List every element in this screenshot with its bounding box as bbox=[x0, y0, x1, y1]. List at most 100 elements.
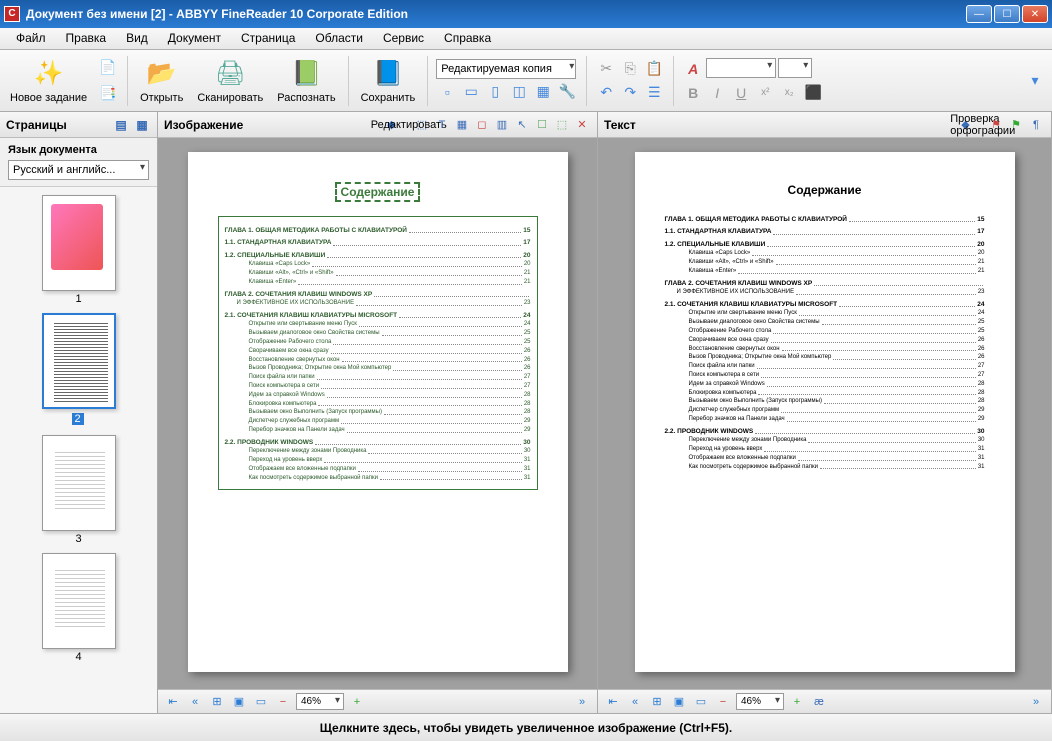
t-nav-first-icon[interactable]: ⇤ bbox=[604, 693, 622, 711]
open-button[interactable]: 📂 Открыть bbox=[136, 56, 187, 106]
image-zoom-select[interactable] bbox=[296, 693, 344, 710]
image-page: Содержание ГЛАВА 1. ОБЩАЯ МЕТОДИКА РАБОТ… bbox=[188, 152, 568, 672]
image-canvas[interactable]: Содержание ГЛАВА 1. ОБЩАЯ МЕТОДИКА РАБОТ… bbox=[158, 138, 597, 689]
image-area-icon[interactable]: ◻ bbox=[473, 116, 491, 134]
t-width-icon[interactable]: ▭ bbox=[692, 693, 710, 711]
menu-service[interactable]: Сервис bbox=[373, 28, 434, 49]
spellcheck-button[interactable]: ◆Проверка орфографии bbox=[967, 116, 985, 134]
text-pane: Текст ◆Проверка орфографии ⚑ ⚑ ¶ Содержа… bbox=[598, 112, 1052, 713]
hint-text: Щелкните здесь, чтобы увидеть увеличенно… bbox=[320, 721, 733, 735]
nav-prev-icon[interactable]: « bbox=[186, 693, 204, 711]
bold-button[interactable]: B bbox=[682, 82, 704, 104]
new-doc-button[interactable]: 📄 bbox=[97, 57, 119, 79]
menu-areas[interactable]: Области bbox=[305, 28, 373, 49]
barcode-area-icon[interactable]: ▥ bbox=[493, 116, 511, 134]
menubar: Файл Правка Вид Документ Страница Област… bbox=[0, 28, 1052, 50]
menu-document[interactable]: Документ bbox=[158, 28, 231, 49]
color-button[interactable]: ⬛ bbox=[802, 82, 824, 104]
layout-2-button[interactable]: ▭ bbox=[460, 81, 482, 103]
view-mode-select[interactable] bbox=[436, 59, 576, 79]
copy-button[interactable]: ⎘ bbox=[619, 58, 641, 80]
thumb-1[interactable] bbox=[42, 195, 116, 291]
new-doc-2-button[interactable]: 📑 bbox=[97, 83, 119, 105]
cut-button[interactable]: ✂ bbox=[595, 58, 617, 80]
thumb-4[interactable] bbox=[42, 553, 116, 649]
t-grid-icon[interactable]: ⊞ bbox=[648, 693, 666, 711]
italic-button[interactable]: I bbox=[706, 82, 728, 104]
recognize-button[interactable]: 📗 Распознать bbox=[273, 56, 339, 106]
paste-button[interactable]: 📋 bbox=[643, 58, 665, 80]
menu-file[interactable]: Файл bbox=[6, 28, 56, 49]
edit-button[interactable]: ◆Редактировать bbox=[393, 116, 411, 134]
zoom-in-icon[interactable]: + bbox=[348, 693, 366, 711]
new-task-label: Новое задание bbox=[10, 92, 87, 104]
window-title: Документ без имени [2] - ABBYY FineReade… bbox=[26, 7, 966, 21]
toc-title-image: Содержание bbox=[335, 182, 421, 202]
font-style-button[interactable]: A bbox=[682, 58, 704, 80]
superscript-button[interactable]: x² bbox=[754, 82, 776, 104]
zoom-out-icon[interactable]: − bbox=[274, 693, 292, 711]
underline-button[interactable]: U bbox=[730, 82, 752, 104]
crop-icon[interactable]: ⬚ bbox=[413, 116, 431, 134]
menu-edit[interactable]: Правка bbox=[56, 28, 117, 49]
menu-view[interactable]: Вид bbox=[116, 28, 158, 49]
t-nav-next-icon[interactable]: » bbox=[1027, 693, 1045, 711]
text-area-icon[interactable]: T bbox=[433, 116, 451, 134]
hint-bar[interactable]: Щелкните здесь, чтобы увидеть увеличенно… bbox=[0, 713, 1052, 741]
size-select[interactable] bbox=[778, 58, 812, 78]
pages-title: Страницы bbox=[6, 118, 67, 132]
list-button[interactable]: ☰ bbox=[643, 82, 665, 104]
pilcrow-icon[interactable]: ¶ bbox=[1027, 116, 1045, 134]
font-select[interactable] bbox=[706, 58, 776, 78]
t-hl-icon[interactable]: æ bbox=[810, 693, 828, 711]
delete-area-icon[interactable]: ✕ bbox=[573, 116, 591, 134]
text-zoom-select[interactable] bbox=[736, 693, 784, 710]
t-zoom-in-icon[interactable]: + bbox=[788, 693, 806, 711]
subscript-button[interactable]: x₂ bbox=[778, 82, 800, 104]
layout-4-button[interactable]: ◫ bbox=[508, 81, 530, 103]
titlebar: C Документ без имени [2] - ABBYY FineRea… bbox=[0, 0, 1052, 28]
new-task-button[interactable]: ✨ Новое задание bbox=[6, 56, 91, 106]
layout-1-button[interactable]: ▫ bbox=[436, 81, 458, 103]
menu-page[interactable]: Страница bbox=[231, 28, 305, 49]
menu-help[interactable]: Справка bbox=[434, 28, 501, 49]
language-select[interactable] bbox=[8, 160, 149, 180]
flag-1-icon[interactable]: ⚑ bbox=[987, 116, 1005, 134]
img-width-icon[interactable]: ▭ bbox=[252, 693, 270, 711]
eraser-icon[interactable]: ⬚ bbox=[553, 116, 571, 134]
redo-button[interactable]: ↷ bbox=[619, 82, 641, 104]
img-grid-icon[interactable]: ⊞ bbox=[208, 693, 226, 711]
pointer-icon[interactable]: ↖ bbox=[513, 116, 531, 134]
page-thumb-view-icon[interactable]: ▤ bbox=[112, 116, 130, 134]
maximize-button[interactable]: ☐ bbox=[994, 5, 1020, 23]
t-zoom-out-icon[interactable]: − bbox=[714, 693, 732, 711]
settings-button[interactable]: 🔧 bbox=[556, 81, 578, 103]
thumb-3-num: 3 bbox=[42, 533, 116, 545]
text-statusbar: ⇤ « ⊞ ▣ ▭ − + æ » bbox=[598, 689, 1051, 713]
t-nav-prev-icon[interactable]: « bbox=[626, 693, 644, 711]
flag-2-icon[interactable]: ⚑ bbox=[1007, 116, 1025, 134]
area-more-icon[interactable]: ☐ bbox=[533, 116, 551, 134]
thumb-2[interactable] bbox=[42, 313, 116, 409]
layout-3-button[interactable]: ▯ bbox=[484, 81, 506, 103]
minimize-button[interactable]: — bbox=[966, 5, 992, 23]
t-fit-icon[interactable]: ▣ bbox=[670, 693, 688, 711]
table-area-icon[interactable]: ▦ bbox=[453, 116, 471, 134]
wand-icon: ✨ bbox=[33, 58, 65, 90]
thumb-3[interactable] bbox=[42, 435, 116, 531]
thumb-4-num: 4 bbox=[42, 651, 116, 663]
pages-header: Страницы ▤ ▦ bbox=[0, 112, 157, 138]
open-label: Открыть bbox=[140, 92, 183, 104]
close-button[interactable]: ✕ bbox=[1022, 5, 1048, 23]
save-button[interactable]: 📘 Сохранить bbox=[357, 56, 420, 106]
scan-button[interactable]: 🖨 Сканировать bbox=[193, 56, 267, 106]
page-add-icon[interactable]: ▦ bbox=[133, 116, 151, 134]
nav-first-icon[interactable]: ⇤ bbox=[164, 693, 182, 711]
nav-next-icon[interactable]: » bbox=[573, 693, 591, 711]
undo-button[interactable]: ↶ bbox=[595, 82, 617, 104]
app-icon: C bbox=[4, 6, 20, 22]
img-fit-icon[interactable]: ▣ bbox=[230, 693, 248, 711]
layout-5-button[interactable]: ▦ bbox=[532, 81, 554, 103]
toolbar-menu-button[interactable]: ▾ bbox=[1024, 70, 1046, 92]
text-canvas[interactable]: Содержание ГЛАВА 1. ОБЩАЯ МЕТОДИКА РАБОТ… bbox=[598, 138, 1051, 689]
